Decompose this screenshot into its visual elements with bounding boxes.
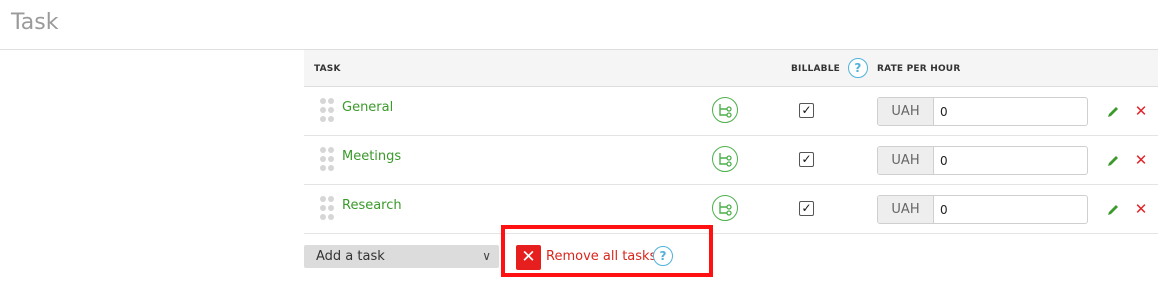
drag-handle-icon[interactable] [319, 147, 335, 171]
task-name-link[interactable]: Research [342, 198, 402, 213]
subtask-tree-icon[interactable] [712, 195, 738, 221]
billable-checkbox[interactable]: ✓ [799, 201, 814, 216]
tasks-table: TASK BILLABLE ? RATE PER HOUR General ✓ … [304, 49, 1158, 234]
add-task-label: Add a task [316, 249, 385, 264]
table-row: Research ✓ UAH ✕ [304, 185, 1158, 234]
rate-input[interactable] [934, 196, 1087, 223]
task-name-link[interactable]: General [342, 100, 393, 115]
remove-help-icon[interactable]: ? [653, 246, 673, 266]
add-task-dropdown[interactable]: Add a task ∨ [304, 245, 499, 268]
billable-checkbox[interactable]: ✓ [799, 152, 814, 167]
delete-icon[interactable]: ✕ [1134, 104, 1148, 119]
table-header: TASK BILLABLE ? RATE PER HOUR [304, 49, 1158, 87]
billable-help-icon[interactable]: ? [848, 58, 868, 78]
drag-handle-icon[interactable] [319, 98, 335, 122]
table-row: Meetings ✓ UAH ✕ [304, 136, 1158, 185]
column-header-billable: BILLABLE [791, 64, 840, 74]
column-header-task: TASK [314, 64, 341, 74]
pencil-icon[interactable] [1106, 104, 1120, 118]
pencil-icon[interactable] [1106, 153, 1120, 167]
title-divider [0, 49, 304, 50]
rate-input[interactable] [934, 98, 1087, 125]
currency-label: UAH [878, 147, 934, 174]
subtask-tree-icon[interactable] [712, 146, 738, 172]
rate-field-group: UAH [877, 146, 1088, 175]
currency-label: UAH [878, 196, 934, 223]
currency-label: UAH [878, 98, 934, 125]
subtask-tree-icon[interactable] [712, 97, 738, 123]
rate-field-group: UAH [877, 195, 1088, 224]
page-title: Task [11, 10, 59, 35]
remove-all-link[interactable]: Remove all tasks [546, 249, 656, 264]
delete-icon[interactable]: ✕ [1134, 153, 1148, 168]
billable-checkbox[interactable]: ✓ [799, 103, 814, 118]
chevron-down-icon: ∨ [482, 249, 491, 263]
drag-handle-icon[interactable] [319, 196, 335, 220]
table-row: General ✓ UAH ✕ [304, 87, 1158, 136]
rate-field-group: UAH [877, 97, 1088, 126]
remove-all-button[interactable]: ✕ [516, 245, 541, 270]
task-name-link[interactable]: Meetings [342, 149, 401, 164]
pencil-icon[interactable] [1106, 202, 1120, 216]
delete-icon[interactable]: ✕ [1134, 202, 1148, 217]
column-header-rate: RATE PER HOUR [877, 64, 961, 74]
rate-input[interactable] [934, 147, 1087, 174]
